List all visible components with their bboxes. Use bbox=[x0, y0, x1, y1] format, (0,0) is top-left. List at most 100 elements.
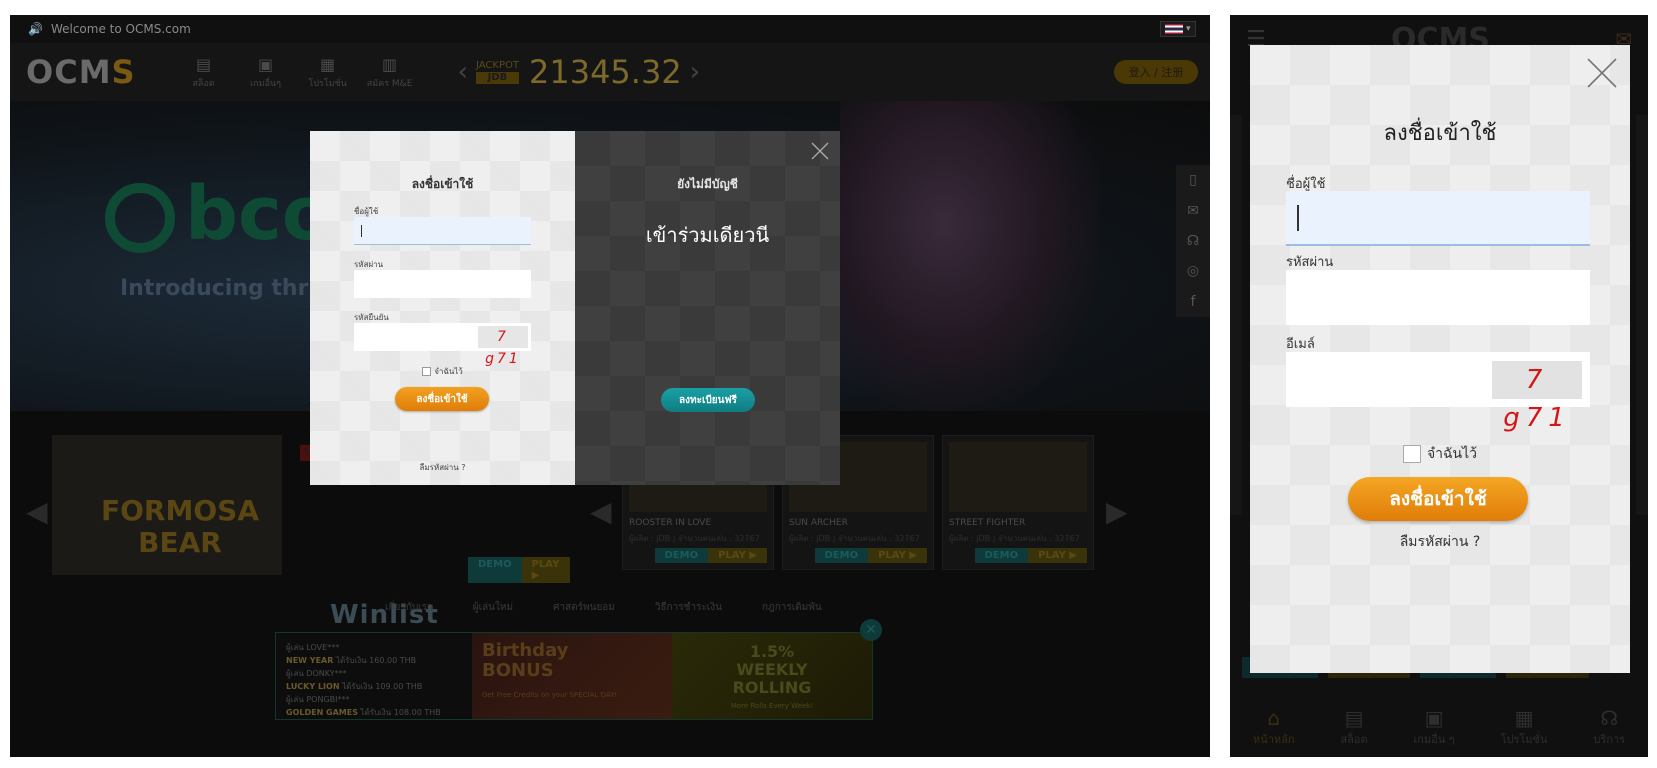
demo-button[interactable]: DEMO bbox=[814, 548, 869, 563]
captcha-image[interactable]: 7 g71 bbox=[478, 326, 528, 367]
login-title: ลงชื่อเข้าใช้ bbox=[411, 177, 474, 191]
register-button[interactable]: ลงทะเบียนฟรี bbox=[661, 388, 755, 412]
remember-checkbox[interactable] bbox=[1402, 445, 1421, 463]
remember-me[interactable]: จำฉันไว้ bbox=[1250, 443, 1630, 465]
footer-links: เกี่ยวกับเรา ผู้เล่นใหม่ ศาสตร์พนยอม วิธ… bbox=[385, 600, 822, 615]
headset-icon: ☊ bbox=[1600, 706, 1619, 730]
login-title: ลงชื่อเข้าใช้ bbox=[1383, 121, 1497, 146]
home-icon: ⌂ bbox=[1267, 706, 1281, 730]
play-button[interactable]: PLAY ▶ bbox=[1028, 548, 1087, 563]
line-icon[interactable]: ◎ bbox=[1187, 263, 1199, 279]
main-nav: OCMS ▤ สล็อต ▣ เกมอื่นๆ ▦ โปรโมชั่น ▥ สมัคร … bbox=[10, 43, 1210, 101]
cards-icon: ▣ bbox=[1424, 706, 1444, 730]
no-account-title: ยังไม่มีบัญชี bbox=[677, 177, 738, 191]
desktop-view: 🔊 Welcome to OCMS.com ▾ OCMS ▤ สล็อต ▣ เกม… bbox=[10, 15, 1210, 757]
footer-link[interactable]: ศาสตร์พนยอม bbox=[553, 600, 615, 615]
captcha-input[interactable]: 7 g71 bbox=[354, 323, 531, 367]
username-input[interactable] bbox=[1286, 191, 1590, 246]
nav-item-other-games[interactable]: ▣ เกมอื่นๆ bbox=[236, 55, 296, 90]
mail-icon[interactable]: ✉ bbox=[1187, 203, 1199, 219]
play-button[interactable]: PLAY ▶ bbox=[708, 548, 767, 563]
winlist-row: ผู้เล่น DONKY*** LUCKY LION ได้รับเงิน 10… bbox=[286, 669, 423, 691]
top-bar: 🔊 Welcome to OCMS.com ▾ bbox=[10, 15, 1210, 43]
mobile-icon[interactable]: ▯ bbox=[1189, 172, 1197, 188]
forgot-password-link[interactable]: ลืมรหัสผ่าน ? bbox=[310, 461, 575, 474]
register-panel: ยังไม่มีบัญชี เข้าร่วมเดียวนี ลงทะเบียนฟ… bbox=[575, 131, 840, 485]
login-button[interactable]: ลงชื่อเข้าใช้ bbox=[395, 387, 489, 411]
slot-machine-icon: ▤ bbox=[196, 54, 212, 74]
close-promo-icon[interactable]: ✕ bbox=[860, 619, 882, 641]
winlist-row: ผู้เล่น PONGBI*** GOLDEN GAMES ได้รับเงิน… bbox=[286, 695, 441, 717]
carousel-next-icon[interactable]: ▶ bbox=[1106, 495, 1128, 528]
game-name: ROOSTER IN LOVE bbox=[629, 518, 712, 528]
mobile-view: ☰ OCMS ✉ DEMOPLAY ▶ DEMOPLAY ▶ ⌂หน้าหลัก… bbox=[1230, 15, 1648, 757]
chevron-down-icon: ▾ bbox=[1186, 24, 1191, 34]
email-input[interactable]: 7 g71 bbox=[1286, 352, 1590, 433]
thai-flag-icon bbox=[1165, 24, 1183, 34]
footer-link[interactable]: เกี่ยวกับเรา bbox=[385, 600, 433, 615]
winlist-row: ผู้เล่น LOVE*** NEW YEAR ได้รับเงิน 160.0… bbox=[286, 643, 417, 665]
close-icon[interactable] bbox=[810, 141, 830, 161]
remember-checkbox[interactable] bbox=[422, 367, 432, 376]
remember-me[interactable]: จำฉันไว้ bbox=[310, 365, 575, 378]
email-label: อีเมล์ bbox=[1286, 337, 1315, 352]
gift-icon: ▦ bbox=[1514, 706, 1534, 730]
password-label: รหัสผ่าน bbox=[1286, 255, 1334, 270]
bottom-nav-service[interactable]: ☊ บริการ bbox=[1593, 706, 1625, 748]
mobile-bottom-nav: ⌂ หน้าหลัก ▤ สล็อต ▣ เกมอื่น ๆ ▦ โปรโมชั่น ☊… bbox=[1230, 697, 1648, 757]
bottom-nav-slots[interactable]: ▤ สล็อต bbox=[1340, 706, 1367, 748]
close-icon[interactable] bbox=[1584, 55, 1620, 91]
carousel-prev-icon[interactable]: ◀ bbox=[590, 495, 612, 528]
password-input[interactable] bbox=[354, 270, 531, 298]
bottom-nav-home[interactable]: ⌂ หน้าหลัก bbox=[1253, 706, 1295, 748]
language-selector[interactable]: ▾ bbox=[1160, 21, 1196, 37]
footer-link[interactable]: กฎการเดิมพัน bbox=[762, 600, 822, 615]
speaker-icon[interactable]: 🔊 bbox=[28, 22, 43, 36]
game-card[interactable]: STREET FIGHTER ผู้ผลิต : JDB | จำนวนคนเล… bbox=[942, 435, 1094, 570]
demo-button[interactable]: DEMO bbox=[974, 548, 1029, 563]
password-input[interactable] bbox=[1286, 270, 1590, 325]
carousel-left-icon[interactable]: ◀ bbox=[26, 495, 48, 528]
nav-item-slots[interactable]: ▤ สล็อต bbox=[174, 55, 234, 90]
register-icon: ▥ bbox=[382, 54, 398, 74]
game-name: STREET FIGHTER bbox=[949, 518, 1026, 528]
winlist-panel: ผู้เล่น LOVE*** NEW YEAR ได้รับเงิน 160.0… bbox=[275, 632, 873, 720]
login-button[interactable]: ลงชื่อเข้าใช้ bbox=[1348, 477, 1528, 521]
bottom-nav-other-games[interactable]: ▣ เกมอื่น ๆ bbox=[1414, 706, 1455, 748]
demo-button[interactable]: DEMO bbox=[468, 557, 522, 583]
mobile-login-modal: ลงชื่อเข้าใช้ ชื่อผู้ใช้ รหัสผ่าน อีเมล์… bbox=[1250, 45, 1630, 673]
chevron-left-icon[interactable]: ‹ bbox=[458, 57, 468, 87]
birthday-bonus-promo[interactable]: Birthday BONUS Get Free Credits on your … bbox=[472, 633, 672, 719]
game-thumbnail bbox=[949, 442, 1087, 512]
forgot-password-link[interactable]: ลืมรหัสผ่าน ? bbox=[1250, 531, 1630, 553]
jackpot-amount: 21345.32 bbox=[528, 53, 682, 91]
play-button[interactable]: PLAY ▶ bbox=[521, 557, 570, 583]
nav-item-register[interactable]: ▥ สมัคร M&E bbox=[360, 55, 420, 90]
headset-icon[interactable]: ☊ bbox=[1187, 233, 1199, 249]
chevron-right-icon[interactable]: › bbox=[690, 57, 700, 87]
nav-item-promotions[interactable]: ▦ โปรโมชั่น bbox=[298, 55, 358, 90]
game-meta: ผู้ผลิต : JDB | จำนวนคนเล่น : 32767 bbox=[949, 534, 1080, 543]
cards-icon: ▣ bbox=[258, 54, 274, 74]
game-meta: ผู้ผลิต : JDB | จำนวนคนเล่น : 32767 bbox=[629, 534, 760, 543]
username-input[interactable] bbox=[354, 217, 531, 245]
captcha-image[interactable]: 7 g71 bbox=[1492, 361, 1582, 433]
weekly-rolling-promo[interactable]: 1.5% WEEKLY ROLLING More Rolls Every Wee… bbox=[672, 633, 872, 719]
welcome-text: Welcome to OCMS.com bbox=[50, 22, 191, 36]
login-register-button[interactable]: 登入 / 注册 bbox=[1114, 60, 1198, 84]
login-panel: ลงชื่อเข้าใช้ ชื่อผู้ใช้ รหัสผ่าน รหัสยื… bbox=[310, 131, 575, 485]
play-button[interactable]: PLAY ▶ bbox=[868, 548, 927, 563]
facebook-icon[interactable]: f bbox=[1191, 294, 1196, 310]
background-strip bbox=[1230, 115, 1242, 515]
game-name: SUN ARCHER bbox=[789, 518, 848, 528]
bottom-nav-promotions[interactable]: ▦ โปรโมชั่น bbox=[1501, 706, 1548, 748]
footer-link[interactable]: วิธีการชำระเงิน bbox=[655, 600, 722, 615]
gift-icon: ▦ bbox=[320, 54, 336, 74]
footer-link[interactable]: ผู้เล่นใหม่ bbox=[473, 600, 513, 615]
demo-button[interactable]: DEMO bbox=[654, 548, 709, 563]
background-strip bbox=[1636, 115, 1648, 515]
join-now-heading: เข้าร่วมเดียวนี bbox=[645, 223, 770, 247]
featured-game-card[interactable]: FORMOSA BEAR bbox=[52, 435, 282, 575]
logo[interactable]: OCMS bbox=[26, 53, 136, 91]
banner-brand: bco bbox=[105, 171, 333, 257]
